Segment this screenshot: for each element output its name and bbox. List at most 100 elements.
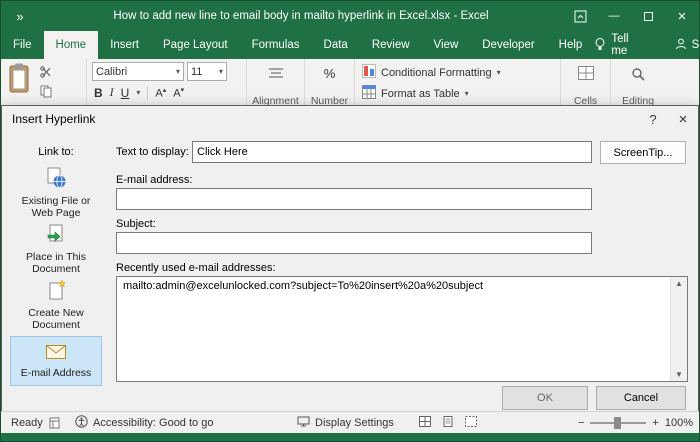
sidebar-item-place-in-document[interactable]: Place in This Document xyxy=(10,223,102,275)
tab-insert[interactable]: Insert xyxy=(98,31,151,59)
email-address-label: E-mail address: xyxy=(116,174,193,186)
place-in-document-icon xyxy=(45,223,67,248)
sidebar-item-existing-file[interactable]: Existing File or Web Page xyxy=(10,167,102,219)
window-controls: — × xyxy=(563,1,699,31)
text-to-display-label: Text to display: xyxy=(116,146,189,158)
shrink-arrow-icon: ▾ xyxy=(180,86,185,94)
zoom-out-button[interactable]: − xyxy=(578,417,584,429)
zoom-in-button[interactable]: + xyxy=(652,417,658,429)
tab-page-layout[interactable]: Page Layout xyxy=(151,31,240,59)
font-group: Calibri ▾ 11 ▾ B I U ▾ A▴ A▾ xyxy=(87,59,247,109)
subject-input[interactable] xyxy=(116,232,592,254)
shrink-font-button[interactable]: A▾ xyxy=(173,86,184,100)
font-name-combo[interactable]: Calibri ▾ xyxy=(92,62,184,81)
cancel-button[interactable]: Cancel xyxy=(596,386,686,410)
alignment-group: Alignment xyxy=(247,59,305,109)
sidebar-item-email-address[interactable]: E-mail Address xyxy=(10,336,102,386)
tab-home[interactable]: Home xyxy=(43,31,99,59)
grow-font-button[interactable]: A▴ xyxy=(155,86,166,100)
monitor-icon xyxy=(297,416,310,430)
link-to-sidebar: Existing File or Web Page Place in This … xyxy=(10,167,102,386)
conditional-formatting-icon xyxy=(362,64,376,81)
view-shortcuts xyxy=(419,412,477,434)
tab-data[interactable]: Data xyxy=(312,31,360,59)
font-size-combo[interactable]: 11 ▾ xyxy=(187,62,227,81)
normal-view-icon[interactable] xyxy=(419,416,431,430)
underline-button[interactable]: U xyxy=(121,86,130,100)
chevron-down-icon: ▾ xyxy=(175,67,180,76)
macro-record-icon[interactable] xyxy=(49,412,60,434)
magnifier-icon[interactable] xyxy=(631,68,645,84)
scroll-up-icon[interactable]: ▲ xyxy=(675,279,683,288)
copy-icon[interactable] xyxy=(40,85,52,101)
accessibility-icon xyxy=(75,415,88,431)
minimize-icon[interactable]: — xyxy=(597,1,631,31)
align-lines-icon[interactable] xyxy=(268,68,284,82)
subject-label: Subject: xyxy=(116,218,156,230)
recently-used-label: Recently used e-mail addresses: xyxy=(116,262,276,274)
ok-button[interactable]: OK xyxy=(502,386,588,410)
tab-developer[interactable]: Developer xyxy=(470,31,546,59)
chevron-down-icon: ▾ xyxy=(218,67,223,76)
share-button[interactable]: Share xyxy=(675,38,699,53)
tabrow-right: Tell me Share xyxy=(594,31,699,59)
status-bar: Ready Accessibility: Good to go Display … xyxy=(1,411,699,433)
format-as-table-button[interactable]: Format as Table ▾ xyxy=(360,83,555,104)
chevron-down-icon: ▾ xyxy=(464,89,469,98)
tab-view[interactable]: View xyxy=(422,31,471,59)
accessibility-status[interactable]: Accessibility: Good to go xyxy=(75,412,213,434)
lightbulb-icon xyxy=(594,37,606,54)
help-icon[interactable]: ? xyxy=(638,106,668,132)
tab-review[interactable]: Review xyxy=(360,31,422,59)
underline-dropdown-icon[interactable]: ▾ xyxy=(136,88,140,97)
display-settings-button[interactable]: Display Settings xyxy=(297,412,394,434)
cells-icon[interactable] xyxy=(577,66,594,83)
styles-group: Conditional Formatting ▾ Format as Table… xyxy=(355,59,561,109)
paste-button[interactable] xyxy=(6,62,32,106)
close-icon[interactable]: × xyxy=(665,1,699,31)
maximize-icon[interactable] xyxy=(631,1,665,31)
list-item[interactable]: mailto:admin@excelunlocked.com?subject=T… xyxy=(117,277,687,295)
quick-access-overflow-icon[interactable]: » xyxy=(1,9,39,24)
italic-button[interactable]: I xyxy=(110,85,114,100)
text-to-display-input[interactable] xyxy=(192,141,592,163)
tell-me-button[interactable]: Tell me xyxy=(594,33,629,57)
format-as-table-icon xyxy=(362,85,376,102)
listbox-scrollbar[interactable]: ▲ ▼ xyxy=(670,277,687,381)
clipboard-group xyxy=(1,59,87,109)
zoom-level[interactable]: 100% xyxy=(665,417,693,429)
zoom-slider[interactable] xyxy=(590,417,647,429)
tab-formulas[interactable]: Formulas xyxy=(240,31,312,59)
existing-file-icon xyxy=(45,167,67,192)
excel-window: » How to add new line to email body in m… xyxy=(0,0,700,442)
link-to-label: Link to: xyxy=(38,146,74,158)
recently-used-listbox[interactable]: mailto:admin@excelunlocked.com?subject=T… xyxy=(116,276,688,382)
number-group: % Number xyxy=(305,59,355,109)
ribbon-display-options-icon[interactable] xyxy=(563,1,597,31)
title-bar: » How to add new line to email body in m… xyxy=(1,1,699,31)
bottom-green-strip xyxy=(1,433,699,441)
tab-help[interactable]: Help xyxy=(547,31,595,59)
conditional-formatting-button[interactable]: Conditional Formatting ▾ xyxy=(360,62,555,83)
dialog-title: Insert Hyperlink xyxy=(12,112,96,126)
dialog-close-icon[interactable]: × xyxy=(668,106,698,132)
percent-style-button[interactable]: % xyxy=(324,66,336,81)
clipboard-small-buttons xyxy=(40,66,52,106)
tab-file[interactable]: File xyxy=(1,31,44,59)
person-icon xyxy=(675,38,687,53)
insert-hyperlink-dialog: Insert Hyperlink ? × Link to: Text to di… xyxy=(1,105,699,413)
bold-button[interactable]: B xyxy=(94,86,103,100)
ribbon: Calibri ▾ 11 ▾ B I U ▾ A▴ A▾ Alignment %… xyxy=(1,59,699,109)
page-break-preview-icon[interactable] xyxy=(465,416,477,430)
page-layout-view-icon[interactable] xyxy=(442,416,454,430)
envelope-icon xyxy=(45,343,67,364)
scroll-down-icon[interactable]: ▼ xyxy=(675,370,683,379)
grow-arrow-icon: ▴ xyxy=(162,86,167,94)
cut-icon[interactable] xyxy=(40,66,52,81)
sidebar-item-create-new-document[interactable]: Create New Document xyxy=(10,279,102,331)
screentip-button[interactable]: ScreenTip... xyxy=(600,141,686,164)
ribbon-tab-bar: File Home Insert Page Layout Formulas Da… xyxy=(1,31,699,59)
zoom-slider-thumb[interactable] xyxy=(614,417,622,429)
ready-status: Ready xyxy=(11,417,43,429)
email-address-input[interactable] xyxy=(116,188,592,210)
